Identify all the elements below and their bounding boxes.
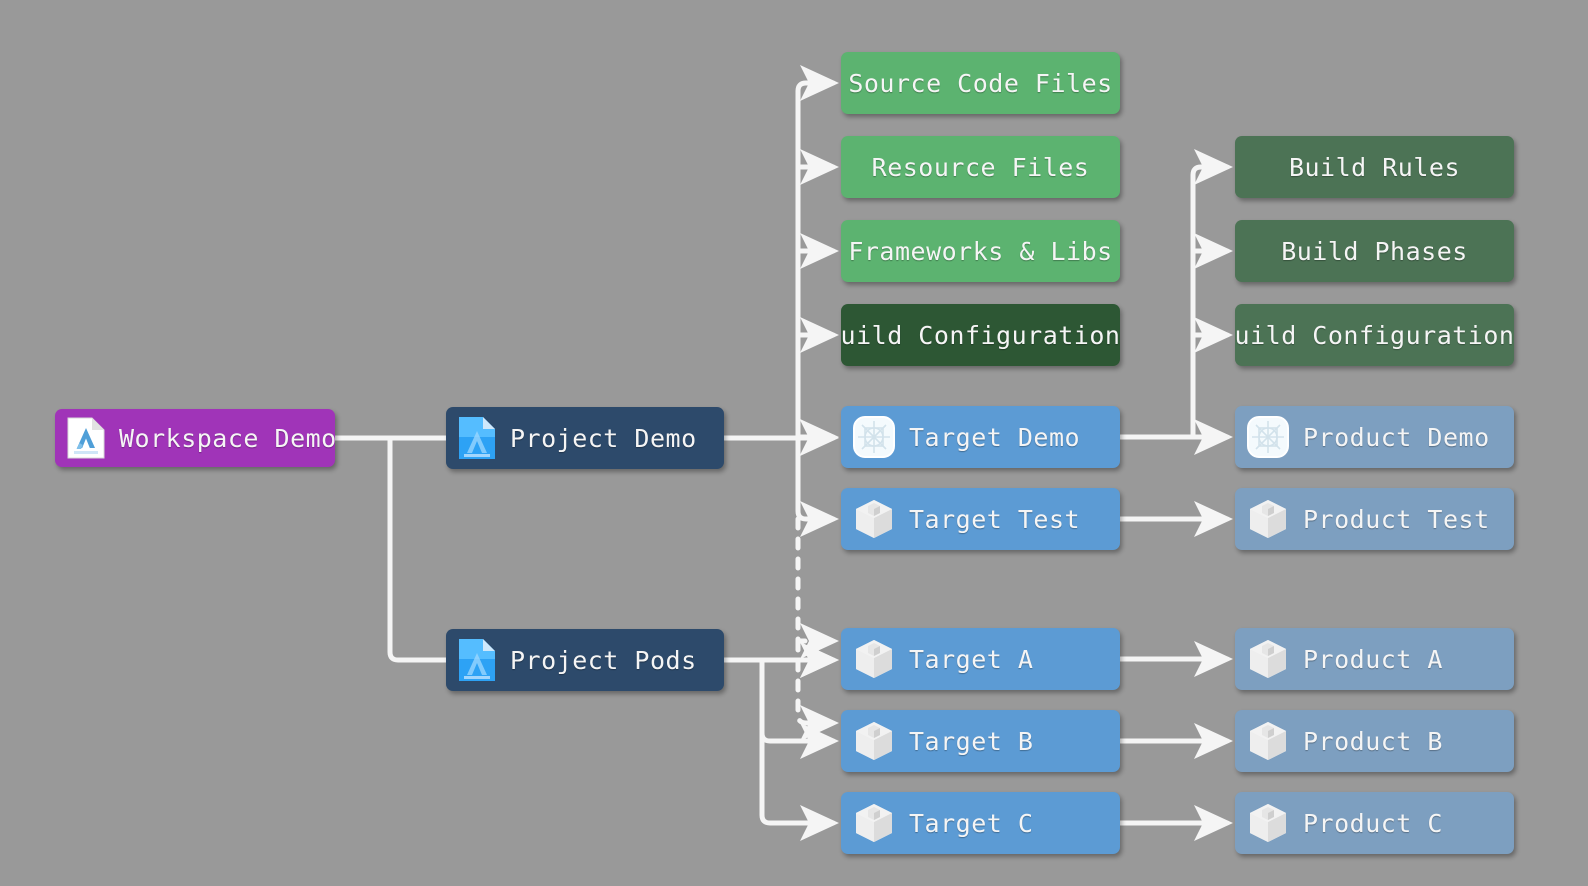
app-bundle-icon <box>1246 415 1290 459</box>
node-label: Target B <box>909 726 1034 756</box>
node-label: Target C <box>909 808 1034 838</box>
node-label: Workspace Demo <box>119 423 335 453</box>
edge-project-demo-to-target-test <box>795 435 840 537</box>
node-label: Product C <box>1303 808 1443 838</box>
product-box-icon <box>1246 719 1290 763</box>
node-product-c[interactable]: Product C <box>1235 792 1514 854</box>
node-label: Product B <box>1303 726 1443 756</box>
edge-workspace-to-project-pods <box>387 435 840 678</box>
node-project-pods[interactable]: Project Pods <box>446 629 724 691</box>
node-label: Frameworks & Libs <box>848 236 1113 266</box>
node-target-demo[interactable]: Target Demo <box>841 406 1120 468</box>
node-label: Build Configurations <box>841 320 1120 350</box>
product-box-icon <box>1246 497 1290 541</box>
xcode-project-icon <box>457 637 497 683</box>
product-box-icon <box>852 497 896 541</box>
product-box-icon <box>852 719 896 763</box>
edge-project-demo-to-target-b-dashed <box>795 638 840 741</box>
node-project-demo[interactable]: Project Demo <box>446 407 724 469</box>
node-target-a[interactable]: Target A <box>841 628 1120 690</box>
node-product-demo[interactable]: Product Demo <box>1235 406 1514 468</box>
node-label: Build Rules <box>1288 152 1461 182</box>
node-product-b[interactable]: Product B <box>1235 710 1514 772</box>
node-workspace-demo[interactable]: Workspace Demo <box>55 409 335 467</box>
node-build-configurations-project[interactable]: Build Configurations <box>841 304 1120 366</box>
node-label: Product Demo <box>1303 422 1490 452</box>
node-frameworks-and-libs[interactable]: Frameworks & Libs <box>841 220 1120 282</box>
edge-project-pods-to-target-b <box>759 657 840 759</box>
node-build-configurations-target[interactable]: Build Configurations <box>1235 304 1514 366</box>
edge-target-demo-to-build-rules <box>1190 149 1234 440</box>
product-box-icon <box>852 637 896 681</box>
edge-project-demo-to-source-code <box>795 65 840 441</box>
node-label: Product Test <box>1303 504 1490 534</box>
node-target-c[interactable]: Target C <box>841 792 1120 854</box>
node-label: Target Test <box>909 504 1081 534</box>
node-source-code-files[interactable]: Source Code Files <box>841 52 1120 114</box>
node-label: Project Demo <box>510 423 697 453</box>
node-target-test[interactable]: Target Test <box>841 488 1120 550</box>
node-label: Target Demo <box>909 422 1081 452</box>
node-build-phases[interactable]: Build Phases <box>1235 220 1514 282</box>
node-product-a[interactable]: Product A <box>1235 628 1514 690</box>
node-label: Product A <box>1303 644 1443 674</box>
node-label: Target A <box>909 644 1034 674</box>
product-box-icon <box>1246 801 1290 845</box>
xcode-project-icon <box>457 415 497 461</box>
node-label: Build Configurations <box>1235 320 1514 350</box>
node-label: Build Phases <box>1281 236 1468 266</box>
product-box-icon <box>1246 637 1290 681</box>
diagram-canvas: Workspace Demo Project Demo Project Pods… <box>0 0 1588 886</box>
app-bundle-icon <box>852 415 896 459</box>
node-label: Source Code Files <box>848 68 1113 98</box>
node-target-b[interactable]: Target B <box>841 710 1120 772</box>
xcode-workspace-icon <box>66 416 106 460</box>
node-build-rules[interactable]: Build Rules <box>1235 136 1514 198</box>
node-label: Resource Files <box>871 152 1090 182</box>
product-box-icon <box>852 801 896 845</box>
node-resource-files[interactable]: Resource Files <box>841 136 1120 198</box>
node-product-test[interactable]: Product Test <box>1235 488 1514 550</box>
edge-project-demo-to-target-a-dashed <box>795 516 840 659</box>
node-label: Project Pods <box>510 645 697 675</box>
edge-project-pods-to-target-c <box>759 657 840 841</box>
